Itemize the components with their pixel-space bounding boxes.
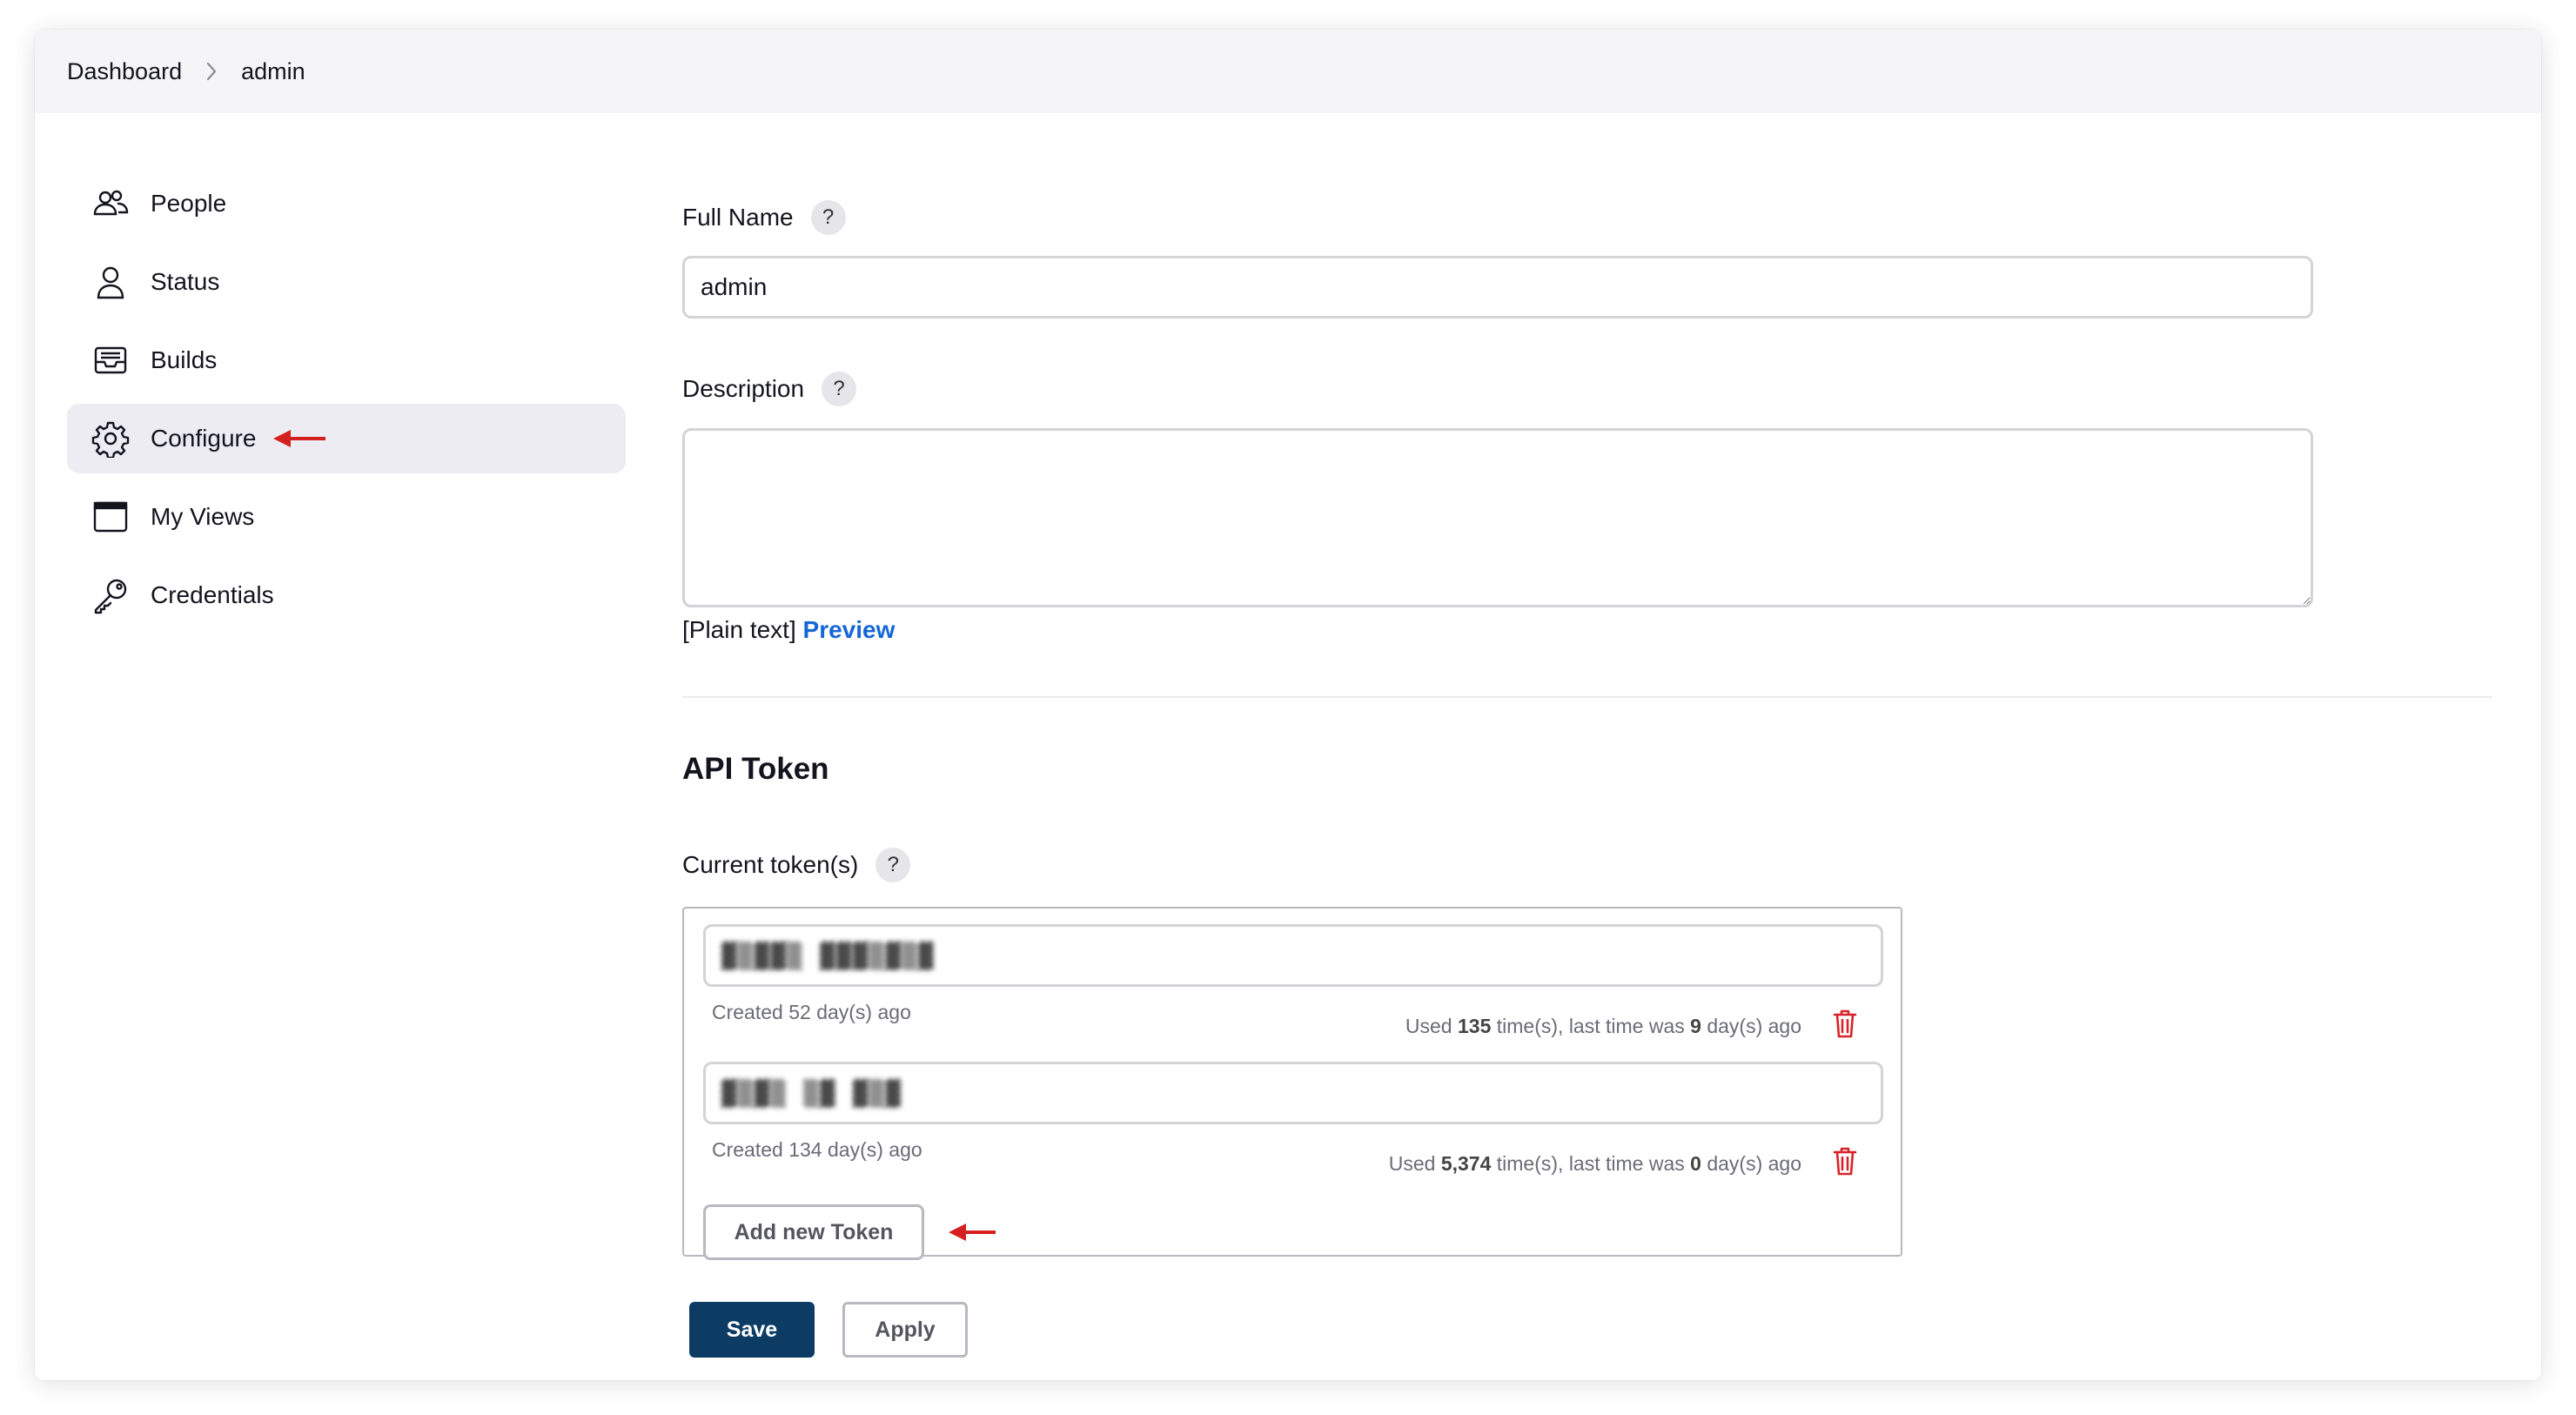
description-textarea[interactable]: [682, 428, 2313, 607]
preview-link[interactable]: Preview: [803, 616, 896, 643]
plain-text-label: [Plain text]: [682, 616, 796, 643]
token-name-field[interactable]: ▓▒▓▒ ▒▓ ▓▒▓: [703, 1062, 1883, 1124]
chevron-right-icon: [192, 62, 231, 81]
gear-icon: [91, 419, 130, 458]
current-tokens-label: Current token(s) ?: [682, 848, 911, 882]
trash-icon[interactable]: [1828, 1006, 1862, 1041]
current-tokens-label-text: Current token(s): [682, 851, 859, 878]
annotation-arrow-icon: [947, 1222, 997, 1243]
app-window: Dashboard admin People Status Builds Con…: [35, 30, 2541, 1380]
section-divider: [682, 696, 2492, 698]
token-name: ▓▒▓▓▒ ▓▓▓▒▓▒▓: [721, 941, 936, 970]
save-button[interactable]: Save: [689, 1302, 815, 1358]
people-icon: [91, 184, 130, 223]
sidebar-item-credentials[interactable]: Credentials: [67, 560, 626, 630]
key-icon: [91, 576, 130, 614]
token-created: Created 134 day(s) ago: [712, 1138, 922, 1161]
sidebar-item-label: Configure: [151, 425, 257, 452]
format-line: [Plain text] Preview: [682, 616, 895, 644]
token-created: Created 52 day(s) ago: [712, 1001, 911, 1023]
help-icon[interactable]: ?: [875, 848, 911, 882]
sidebar-item-builds[interactable]: Builds: [67, 325, 626, 395]
breadcrumb: Dashboard admin: [35, 30, 2541, 113]
sidebar-item-label: Status: [151, 268, 220, 295]
api-token-title: API Token: [682, 752, 829, 786]
help-icon[interactable]: ?: [822, 372, 857, 406]
full-name-input[interactable]: [682, 256, 2313, 319]
apply-button[interactable]: Apply: [842, 1302, 968, 1358]
action-bar: Save Apply: [35, 1276, 2541, 1380]
full-name-label-text: Full Name: [682, 204, 794, 231]
full-name-label: Full Name ?: [682, 200, 846, 235]
description-label-text: Description: [682, 375, 805, 402]
token-usage: Used 135 time(s), last time was 9 day(s)…: [1405, 1015, 1801, 1037]
token-list: ▓▒▓▓▒ ▓▓▓▒▓▒▓ Created 52 day(s) ago Used…: [682, 907, 1902, 1260]
trash-icon[interactable]: [1828, 1143, 1862, 1178]
breadcrumb-dashboard[interactable]: Dashboard: [67, 58, 182, 85]
sidebar-item-label: People: [151, 190, 227, 217]
token-usage: Used 5,374 time(s), last time was 0 day(…: [1388, 1152, 1801, 1175]
sidebar-item-label: Builds: [151, 346, 218, 373]
sidebar-item-label: Credentials: [151, 581, 274, 608]
sidebar: People Status Builds Configure My Views …: [67, 169, 626, 639]
token-meta: Created 134 day(s) ago Used 5,374 time(s…: [703, 1124, 1882, 1199]
token-name: ▓▒▓▒ ▒▓ ▓▒▓: [721, 1078, 902, 1108]
sidebar-item-status[interactable]: Status: [67, 247, 626, 317]
help-icon[interactable]: ?: [810, 200, 846, 235]
annotation-arrow-icon: [272, 428, 327, 449]
sidebar-item-people[interactable]: People: [67, 169, 626, 238]
sidebar-item-my-views[interactable]: My Views: [67, 482, 626, 552]
window-icon: [91, 498, 130, 536]
token-name-field[interactable]: ▓▒▓▓▒ ▓▓▓▒▓▒▓: [703, 924, 1883, 987]
sidebar-item-configure[interactable]: Configure: [67, 404, 626, 473]
token-meta: Created 52 day(s) ago Used 135 time(s), …: [703, 987, 1882, 1062]
sidebar-item-label: My Views: [151, 503, 255, 530]
breadcrumb-admin[interactable]: admin: [241, 58, 305, 85]
add-token-row: Add new Token: [703, 1204, 1882, 1260]
inbox-icon: [91, 341, 130, 379]
description-label: Description ?: [682, 372, 857, 406]
add-new-token-button[interactable]: Add new Token: [703, 1204, 924, 1260]
user-icon: [91, 263, 130, 301]
